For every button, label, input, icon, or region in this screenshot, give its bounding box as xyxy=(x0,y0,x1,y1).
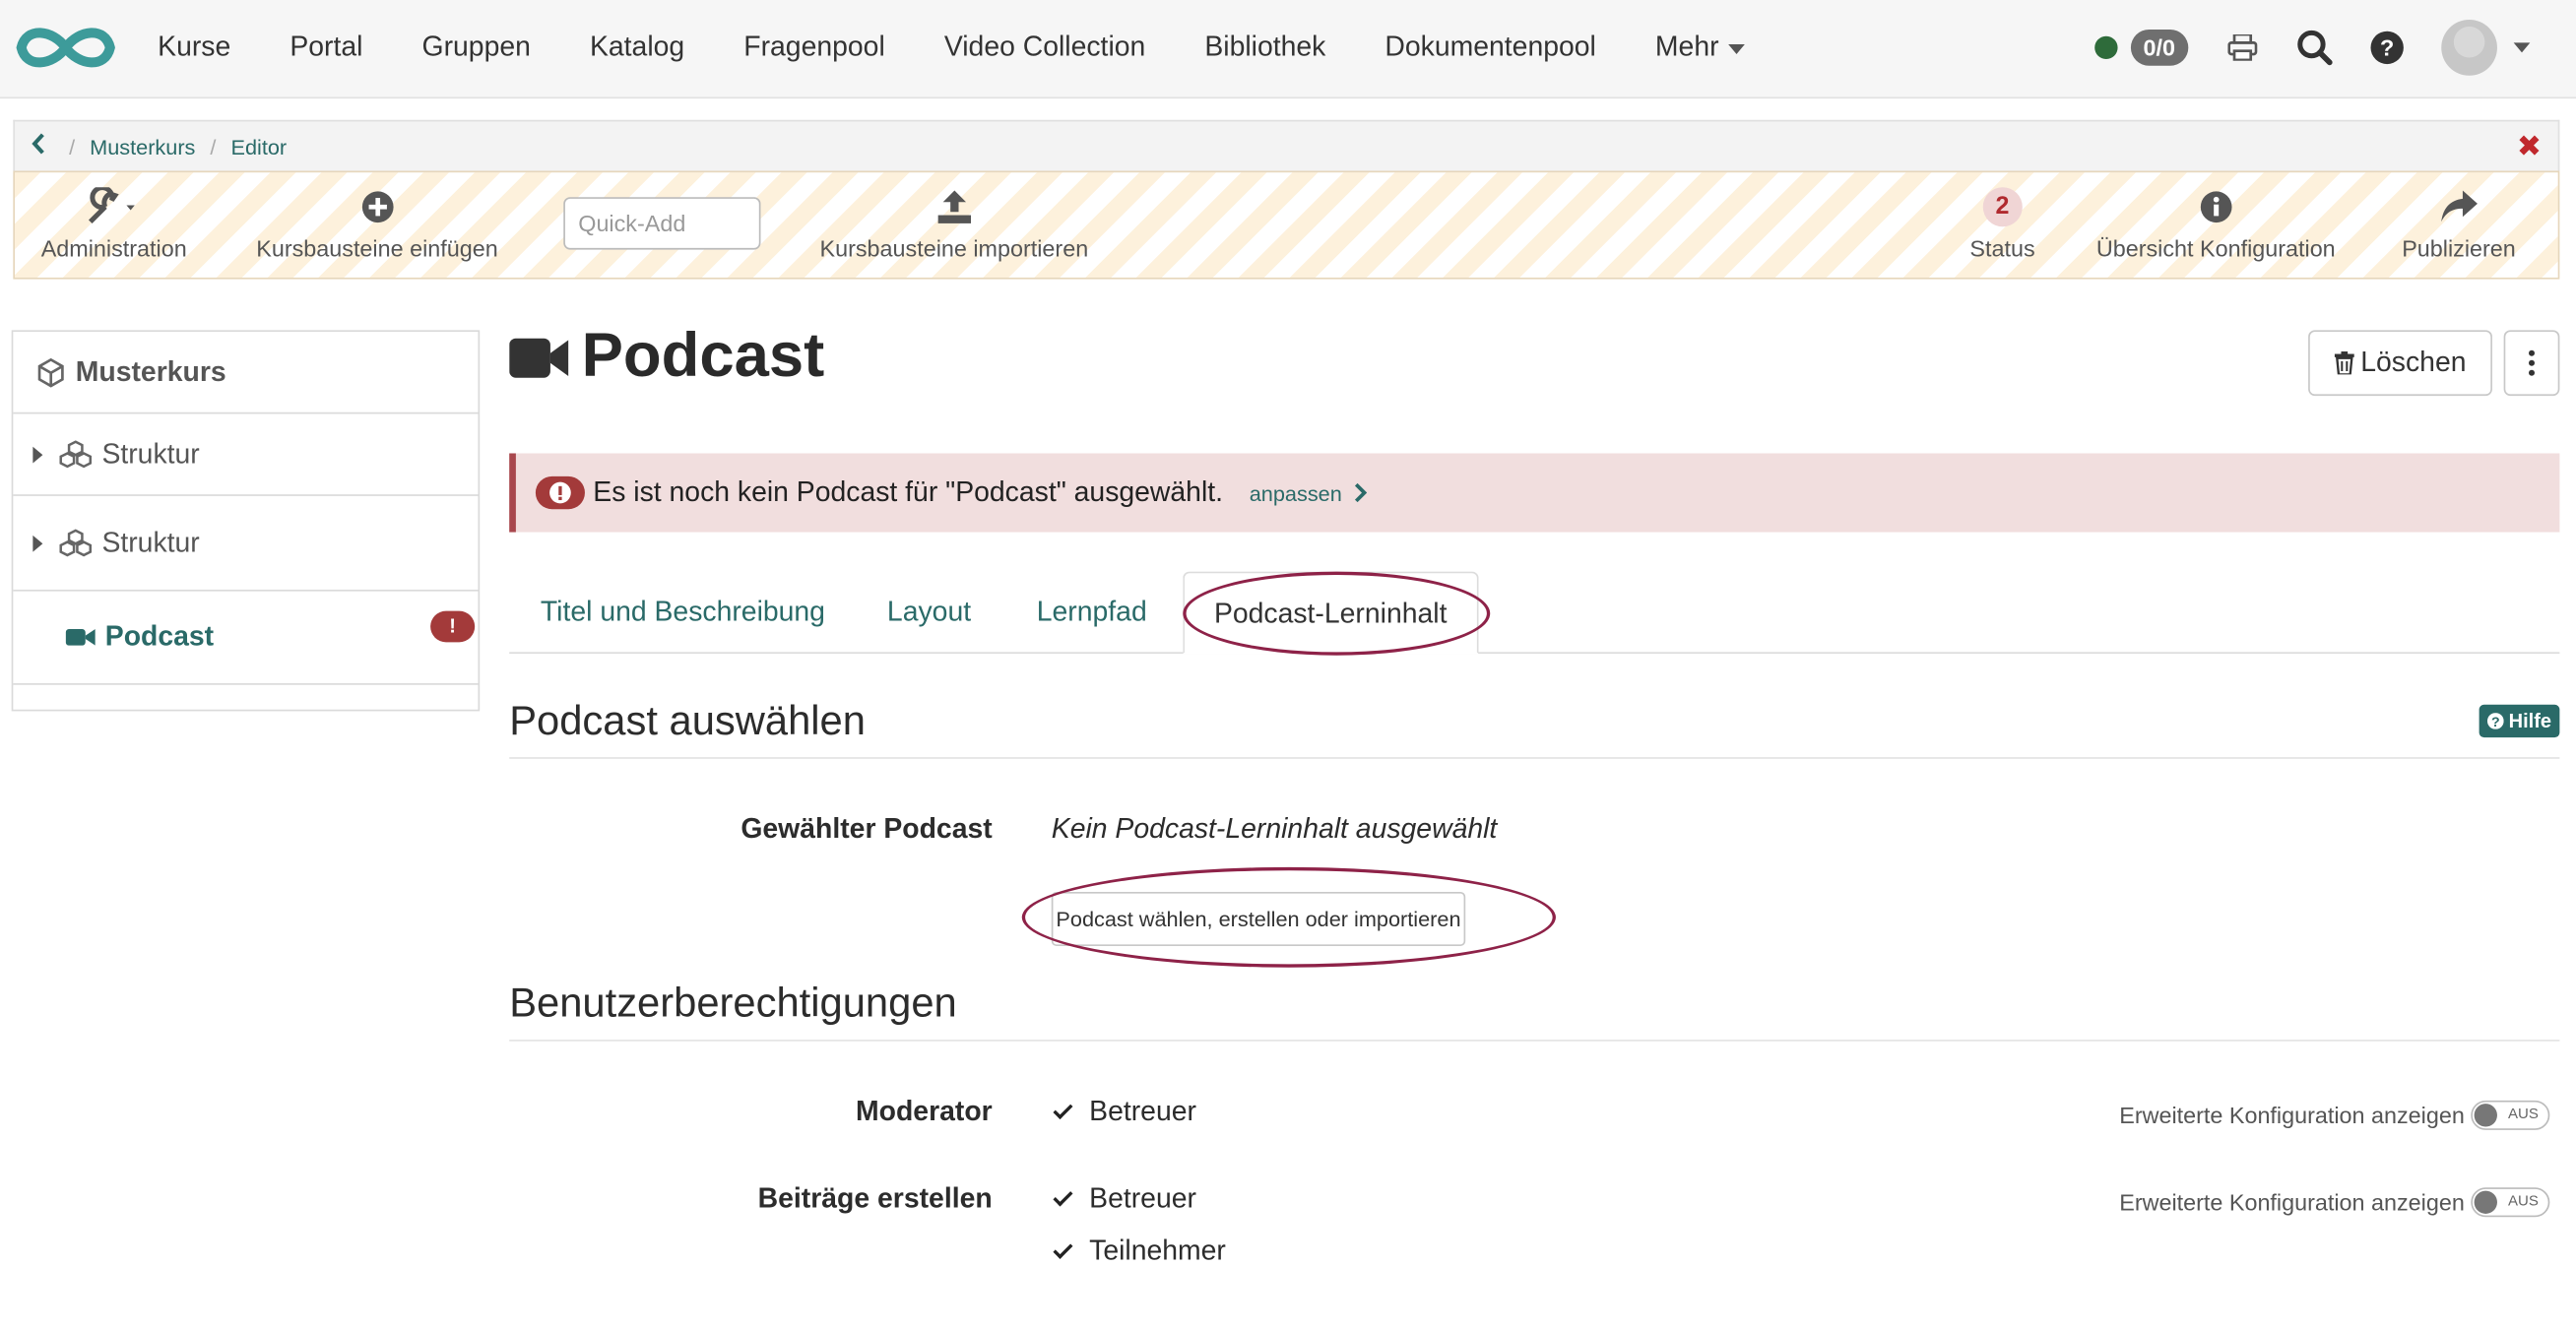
warning-alert: Es ist noch kein Podcast für "Podcast" a… xyxy=(509,453,2560,533)
svg-text:?: ? xyxy=(2490,715,2499,729)
close-icon[interactable]: ✖ xyxy=(2517,131,2542,160)
share-arrow-icon xyxy=(2440,190,2478,222)
print-icon[interactable] xyxy=(2224,30,2261,66)
page-title: Podcast xyxy=(509,322,824,393)
administration-button[interactable]: Administration xyxy=(41,186,187,261)
expand-caret-icon[interactable] xyxy=(32,535,43,551)
advanced-config-toggle[interactable]: AUS xyxy=(2471,1187,2550,1218)
chevron-down-icon xyxy=(1728,43,1746,54)
cubes-icon xyxy=(59,439,93,469)
selected-podcast-value: Kein Podcast-Lerninhalt ausgewählt xyxy=(1051,812,1498,845)
import-elements-button[interactable]: Kursbausteine importieren xyxy=(820,186,1088,261)
user-avatar[interactable] xyxy=(2441,20,2497,76)
top-navigation: Kurse Portal Gruppen Katalog Fragenpool … xyxy=(0,0,2576,99)
video-camera-icon xyxy=(65,627,96,647)
nav-dokumentenpool[interactable]: Dokumentenpool xyxy=(1385,32,1595,64)
error-badge: ! xyxy=(430,610,476,643)
tree-item-struktur[interactable]: Struktur xyxy=(13,496,479,592)
alert-message: Es ist noch kein Podcast für "Podcast" a… xyxy=(593,475,1224,508)
help-button[interactable]: ? Hilfe xyxy=(2479,704,2560,738)
nav-katalog[interactable]: Katalog xyxy=(590,32,684,64)
cube-icon xyxy=(36,357,66,387)
breadcrumb-musterkurs[interactable]: Musterkurs xyxy=(90,134,195,158)
selected-podcast-label: Gewählter Podcast xyxy=(741,812,993,845)
openolat-logo-icon[interactable] xyxy=(13,20,118,76)
nav-kurse[interactable]: Kurse xyxy=(158,32,230,64)
checkmark-icon xyxy=(1053,1189,1072,1209)
plus-circle-icon xyxy=(361,191,393,223)
video-camera-icon xyxy=(509,337,569,377)
more-actions-button[interactable] xyxy=(2503,330,2560,397)
kebab-menu-icon xyxy=(2529,349,2536,376)
tab-podcast-content[interactable]: Podcast-Lerninhalt xyxy=(1183,571,1479,655)
overview-config-button[interactable]: Übersicht Konfiguration xyxy=(2096,186,2336,261)
nav-video-collection[interactable]: Video Collection xyxy=(944,32,1145,64)
choose-podcast-button[interactable]: Podcast wählen, erstellen oder importier… xyxy=(1051,891,1466,946)
status-button[interactable]: 2 Status xyxy=(1969,186,2035,261)
exclamation-icon xyxy=(535,475,585,510)
nav-mehr[interactable]: Mehr xyxy=(1655,32,1746,64)
status-count-badge: 2 xyxy=(1982,187,2023,227)
tree-root-musterkurs[interactable]: Musterkurs xyxy=(13,332,479,414)
upload-icon xyxy=(937,190,971,223)
info-icon xyxy=(2200,191,2232,223)
tab-learning-path[interactable]: Lernpfad xyxy=(1037,572,1147,654)
tree-item-struktur[interactable]: Struktur xyxy=(13,413,479,496)
advanced-config-toggle-row: Erweiterte Konfiguration anzeigen AUS xyxy=(2119,1100,2550,1130)
tab-bar: Titel und Beschreibung Layout Lernpfad P… xyxy=(509,571,2560,655)
online-status-icon[interactable] xyxy=(2093,35,2117,60)
tab-title-description[interactable]: Titel und Beschreibung xyxy=(541,572,825,654)
publish-button[interactable]: Publizieren xyxy=(2402,186,2516,261)
delete-button[interactable]: Löschen xyxy=(2308,330,2492,397)
svg-text:?: ? xyxy=(2380,35,2394,61)
score-badge[interactable]: 0/0 xyxy=(2130,30,2189,66)
breadcrumb: / Musterkurs / Editor ✖ xyxy=(13,119,2560,171)
nav-gruppen[interactable]: Gruppen xyxy=(422,32,531,64)
question-icon: ? xyxy=(2486,713,2504,730)
create-posts-label: Beiträge erstellen xyxy=(757,1182,993,1214)
insert-elements-button[interactable]: Kursbausteine einfügen xyxy=(256,186,498,261)
create-teilnehmer-checkbox[interactable]: Teilnehmer xyxy=(1053,1235,1226,1268)
help-icon[interactable]: ? xyxy=(2369,30,2406,66)
tree-item-podcast[interactable]: Podcast ! xyxy=(13,592,479,685)
wrench-icon xyxy=(89,187,136,224)
nav-bibliothek[interactable]: Bibliothek xyxy=(1204,32,1325,64)
section-permissions: Benutzerberechtigungen xyxy=(509,981,2560,1042)
editor-toolbar: Administration Kursbausteine einfügen Qu… xyxy=(13,170,2560,280)
quick-add-input[interactable]: Quick-Add xyxy=(563,197,761,250)
expand-caret-icon[interactable] xyxy=(32,445,43,463)
chevron-down-icon[interactable] xyxy=(2513,42,2531,53)
checkmark-icon xyxy=(1053,1241,1072,1261)
breadcrumb-editor[interactable]: Editor xyxy=(230,134,287,158)
nav-portal[interactable]: Portal xyxy=(290,32,362,64)
adjust-link[interactable]: anpassen xyxy=(1250,480,1367,505)
trash-icon xyxy=(2334,351,2354,375)
search-icon[interactable] xyxy=(2296,30,2333,66)
section-select-podcast: Podcast auswählen ? Hilfe xyxy=(509,698,2560,759)
checkmark-icon xyxy=(1053,1102,1072,1121)
chevron-right-icon xyxy=(1354,482,1367,503)
advanced-config-toggle-row: Erweiterte Konfiguration anzeigen AUS xyxy=(2119,1187,2550,1218)
course-tree: Musterkurs Struktur Struktur Podcast ! xyxy=(11,330,481,712)
back-icon[interactable] xyxy=(32,133,54,159)
moderator-label: Moderator xyxy=(856,1095,993,1127)
moderator-betreuer-checkbox[interactable]: Betreuer xyxy=(1053,1096,1196,1128)
create-betreuer-checkbox[interactable]: Betreuer xyxy=(1053,1182,1196,1215)
nav-fragenpool[interactable]: Fragenpool xyxy=(743,32,885,64)
tab-layout[interactable]: Layout xyxy=(887,572,971,654)
advanced-config-toggle[interactable]: AUS xyxy=(2471,1100,2550,1130)
cubes-icon xyxy=(59,528,93,557)
